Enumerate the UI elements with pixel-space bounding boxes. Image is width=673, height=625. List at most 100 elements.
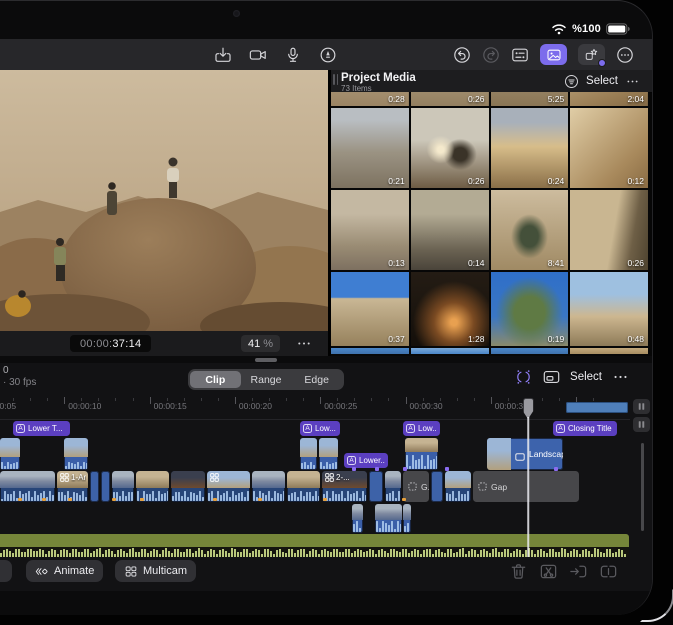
toolbar-right-icons (453, 39, 634, 70)
media-select-button[interactable]: Select (586, 75, 618, 87)
effects-icon[interactable] (578, 44, 605, 65)
zoom-level-control[interactable]: 41 % (241, 335, 280, 352)
media-thumbnail[interactable]: 5:25 (491, 92, 569, 106)
media-thumbnail[interactable]: 2:04 (570, 92, 648, 106)
media-thumbnail[interactable]: 8:41 (491, 190, 569, 270)
timeline-clip[interactable]: 1-Angl... (57, 471, 88, 502)
connected-clip-strip[interactable] (566, 402, 628, 413)
timeline-clip[interactable] (287, 471, 320, 502)
track-height-button[interactable] (633, 417, 650, 432)
panel-resize-handle[interactable] (255, 358, 277, 362)
inspector-icon[interactable] (511, 46, 529, 64)
partial-button[interactable] (0, 560, 12, 582)
media-more-icon[interactable] (625, 74, 640, 89)
media-thumbnail[interactable]: 0:21 (331, 108, 409, 188)
redo-icon[interactable] (482, 46, 500, 64)
gap-clip-label: Gap (491, 482, 507, 492)
filter-icon[interactable] (564, 74, 579, 89)
audio-waveform (406, 455, 437, 469)
track-height-button[interactable] (633, 399, 650, 414)
mic-icon[interactable] (284, 46, 302, 64)
clip-thumbnail (64, 438, 88, 457)
timeline-clip[interactable] (252, 471, 285, 502)
media-thumbnail[interactable]: 0:14 (411, 190, 489, 270)
title-clip[interactable]: AClosing Title (553, 421, 617, 436)
music-clip[interactable] (0, 534, 629, 557)
overwrite-icon[interactable] (569, 562, 588, 581)
timeline-ruler[interactable]: 00:00:0500:00:1000:00:1500:00:2000:00:25… (0, 396, 630, 420)
media-thumbnail[interactable]: 1:28 (411, 272, 489, 346)
timeline-select-button[interactable]: Select (570, 371, 602, 383)
media-thumbnail[interactable]: 0:12 (570, 108, 648, 188)
timeline-clip[interactable] (369, 471, 383, 502)
connected-clip[interactable] (300, 438, 317, 470)
undo-icon[interactable] (453, 46, 471, 64)
overlay-icon[interactable] (542, 368, 561, 386)
timecode-display[interactable]: 00:00:37:14 (70, 335, 151, 352)
blade-icon[interactable] (539, 562, 558, 581)
connected-clip[interactable] (319, 438, 338, 470)
import-icon[interactable] (214, 46, 232, 64)
timeline-clip[interactable] (90, 471, 99, 502)
playhead-handle[interactable] (523, 398, 534, 419)
media-thumbnail[interactable] (570, 348, 648, 354)
media-thumbnail[interactable]: 0:37 (331, 272, 409, 346)
trash-icon[interactable] (509, 562, 528, 581)
title-clip[interactable]: ALower T... (13, 421, 70, 436)
timeline-clip[interactable]: 2-... (322, 471, 367, 502)
clip-thumbnail (487, 438, 511, 470)
timeline-clip[interactable] (171, 471, 205, 502)
viewer-more-icon[interactable] (294, 335, 314, 352)
media-thumbnail[interactable]: 0:24 (491, 108, 569, 188)
more-circle-icon[interactable] (616, 46, 634, 64)
multicam-button[interactable]: Multicam (115, 560, 196, 582)
wifi-icon (551, 23, 567, 35)
timeline-clip[interactable] (0, 471, 55, 502)
media-thumbnail[interactable]: 0:26 (411, 92, 489, 106)
duration-badge: 0:28 (388, 94, 405, 104)
camera-icon[interactable] (249, 46, 267, 64)
media-thumbnail[interactable]: 0:26 (570, 190, 648, 270)
timeline-clip[interactable] (101, 471, 110, 502)
connected-clip[interactable] (0, 438, 20, 470)
timeline-scrollbar[interactable] (641, 443, 644, 531)
animate-button[interactable]: Animate (26, 560, 103, 582)
connected-audio-clip[interactable] (375, 504, 402, 533)
connected-clip[interactable] (64, 438, 88, 470)
mode-edge[interactable]: Edge (291, 371, 342, 388)
media-thumbnail[interactable] (491, 348, 569, 354)
media-thumbnail[interactable]: 0:26 (411, 108, 489, 188)
timeline-clip[interactable] (445, 471, 471, 502)
insert-icon[interactable] (599, 562, 618, 581)
timeline-clip[interactable] (385, 471, 401, 502)
mode-clip[interactable]: Clip (190, 371, 241, 388)
timeline-header: 0 · 30 fps ClipRangeEdge Select (0, 363, 652, 396)
connected-clip[interactable] (405, 438, 438, 470)
connected-audio-clip[interactable] (403, 504, 411, 533)
timeline-clip[interactable] (431, 471, 443, 502)
mode-range[interactable]: Range (241, 371, 292, 388)
media-thumbnail[interactable] (411, 348, 489, 354)
title-clip[interactable]: ALow... (403, 421, 440, 436)
playhead[interactable] (522, 398, 534, 557)
ruler-label: 00:00:05 (0, 401, 16, 411)
media-thumbnail[interactable]: 0:13 (331, 190, 409, 270)
pencil-icon[interactable] (319, 46, 337, 64)
clip-thumbnail (136, 471, 169, 488)
jog-icon[interactable] (514, 368, 533, 386)
media-thumbnail[interactable]: 0:48 (570, 272, 648, 346)
multicam-grid-icon (325, 473, 334, 482)
audio-waveform (58, 491, 87, 501)
title-clip[interactable]: ALow... (300, 421, 340, 436)
title-clip[interactable]: ALower... (344, 453, 388, 468)
media-thumbnail[interactable]: 0:19 (491, 272, 569, 346)
photo-icon[interactable] (540, 44, 567, 65)
timeline-more-icon[interactable] (611, 368, 630, 386)
media-thumbnail[interactable] (331, 348, 409, 354)
media-thumbnail[interactable]: 0:28 (331, 92, 409, 106)
gap-clip[interactable]: G... (403, 471, 429, 502)
clip-thumbnail (319, 438, 338, 457)
connected-audio-clip[interactable] (352, 504, 363, 533)
project-info-top: 0 (3, 365, 36, 377)
track-height-controls (633, 399, 650, 432)
